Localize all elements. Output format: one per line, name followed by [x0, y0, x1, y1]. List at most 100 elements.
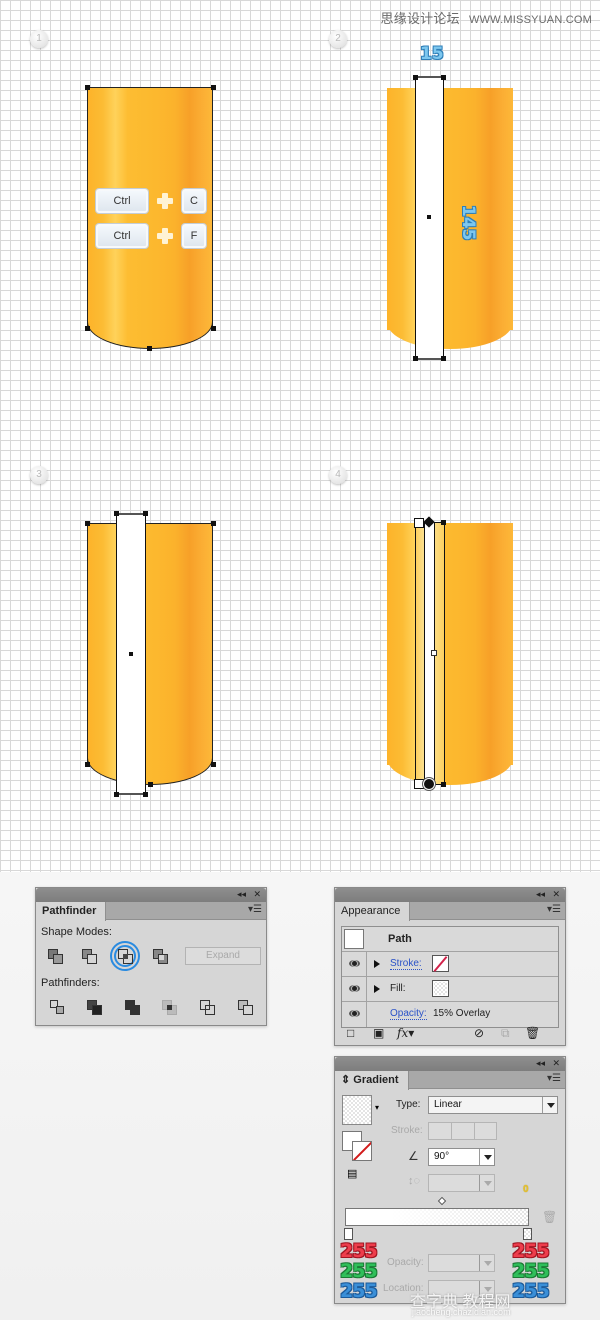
anchor-point[interactable] — [211, 85, 216, 90]
visibility-eye-icon[interactable] — [349, 1010, 360, 1017]
shape-modes-label: Shape Modes: — [41, 926, 112, 938]
exclude-icon[interactable] — [153, 949, 169, 965]
anchor-point[interactable] — [85, 326, 90, 331]
trim-icon[interactable] — [87, 1000, 103, 1016]
angle-input[interactable]: 90° — [428, 1148, 495, 1166]
close-icon[interactable]: ✕ — [253, 889, 261, 900]
close-icon[interactable]: ✕ — [552, 889, 560, 900]
add-stroke-icon[interactable]: □ — [347, 1026, 354, 1040]
chevron-down-icon[interactable] — [479, 1255, 494, 1271]
anchor-point[interactable] — [147, 346, 152, 351]
anchor-point[interactable] — [143, 511, 148, 516]
unite-icon[interactable] — [48, 949, 64, 965]
anchor-point[interactable] — [211, 762, 216, 767]
gradient-slider[interactable] — [345, 1208, 529, 1226]
appearance-object-row[interactable]: Path — [342, 927, 558, 952]
stroke-none-swatch[interactable] — [432, 955, 449, 972]
tab-gradient[interactable]: ⇕ Gradient — [335, 1071, 409, 1090]
chevron-down-icon[interactable] — [542, 1097, 557, 1113]
gradient-stop-handle[interactable] — [414, 518, 424, 528]
appearance-fill-row[interactable]: Fill: — [342, 977, 558, 1002]
duplicate-item-icon[interactable]: ⧉ — [501, 1026, 510, 1041]
delete-stop-icon[interactable]: 🗑 — [542, 1210, 557, 1224]
chevron-down-icon[interactable] — [479, 1175, 494, 1191]
opacity-input[interactable] — [428, 1254, 495, 1272]
tab-appearance[interactable]: Appearance — [335, 902, 411, 921]
collapse-icon[interactable]: ◂◂ — [536, 1058, 545, 1069]
anchor-point[interactable] — [441, 520, 446, 525]
tab-pathfinder[interactable]: Pathfinder — [36, 902, 107, 921]
panel-menu-icon[interactable]: ▾☰ — [547, 1073, 561, 1084]
anchor-point[interactable] — [211, 521, 216, 526]
anchor-point[interactable] — [413, 356, 418, 361]
panel-title-bar[interactable]: ◂◂ ✕ — [36, 888, 266, 902]
intersect-icon[interactable] — [118, 949, 134, 965]
panel-title-bar[interactable]: ◂◂ ✕ — [335, 1057, 565, 1071]
anchor-point[interactable] — [441, 356, 446, 361]
anchor-point[interactable] — [85, 762, 90, 767]
anchor-point[interactable] — [85, 521, 90, 526]
fill-gradient-swatch[interactable] — [432, 980, 449, 997]
outline-icon[interactable] — [200, 1000, 216, 1016]
gradient-preview-swatch[interactable] — [342, 1095, 372, 1125]
opacity-value: 15% Overlay — [433, 1008, 491, 1019]
close-icon[interactable]: ✕ — [552, 1058, 560, 1069]
gradient-presets-dropdown-icon[interactable]: ▾ — [375, 1103, 379, 1112]
fx-icon[interactable]: fx▾ — [397, 1026, 414, 1040]
chevron-down-icon[interactable] — [479, 1149, 494, 1165]
appearance-stroke-row[interactable]: Stroke: — [342, 952, 558, 977]
gradient-stop-left[interactable] — [344, 1228, 353, 1240]
visibility-eye-icon[interactable] — [349, 985, 360, 992]
add-fill-icon[interactable]: ▣ — [373, 1026, 384, 1040]
gradient-panel: ◂◂ ✕ ⇕ Gradient ▾☰ ▾ ▤ Type: Linear Stro… — [334, 1056, 566, 1304]
anchor-point[interactable] — [114, 792, 119, 797]
gradient-midpoint-diamond[interactable] — [437, 1196, 447, 1206]
expand-button[interactable]: Expand — [185, 947, 261, 965]
angle-value: 90° — [434, 1151, 450, 1162]
disclosure-triangle-icon[interactable] — [374, 985, 380, 993]
bounding-edge — [416, 358, 444, 360]
opacity-label: Opacity: — [387, 1257, 424, 1268]
apply-along-stroke-icon[interactable] — [452, 1123, 475, 1139]
anchor-point[interactable] — [413, 75, 418, 80]
panel-menu-icon[interactable]: ▾☰ — [547, 904, 561, 915]
anchor-point[interactable] — [441, 75, 446, 80]
clear-appearance-icon[interactable]: ⊘ — [474, 1026, 484, 1040]
gradient-center-point[interactable] — [431, 650, 437, 656]
stroke-link[interactable]: Stroke: — [390, 958, 422, 970]
crop-icon[interactable] — [162, 1000, 178, 1016]
apply-across-stroke-icon[interactable] — [475, 1123, 497, 1139]
anchor-point[interactable] — [114, 511, 119, 516]
trash-icon[interactable]: 🗑 — [525, 1026, 540, 1040]
disclosure-triangle-icon[interactable] — [374, 960, 380, 968]
panel-title-bar[interactable]: ◂◂ ✕ — [335, 888, 565, 902]
anchor-point[interactable] — [85, 85, 90, 90]
visibility-eye-icon[interactable] — [349, 960, 360, 967]
anchor-point[interactable] — [441, 782, 446, 787]
collapse-icon[interactable]: ◂◂ — [237, 889, 246, 900]
opacity-link[interactable]: Opacity: — [390, 1008, 427, 1020]
minus-front-icon[interactable] — [82, 949, 98, 965]
gradient-stop-right[interactable] — [523, 1228, 532, 1240]
center-point — [427, 215, 431, 219]
gradient-end-point[interactable] — [424, 779, 434, 789]
stroke-gradient-options[interactable] — [428, 1122, 497, 1140]
divide-icon[interactable] — [50, 1000, 66, 1016]
type-select[interactable]: Linear — [428, 1096, 558, 1114]
stroke-box[interactable] — [352, 1141, 372, 1161]
appearance-list: Path Stroke: Fill: Opacity: 15% Overlay — [341, 926, 559, 1028]
reverse-gradient-icon[interactable]: ▤ — [347, 1167, 357, 1180]
panel-menu-icon[interactable]: ▾☰ — [248, 904, 262, 915]
collapse-icon[interactable]: ◂◂ — [536, 889, 545, 900]
angle-icon: ∠ — [408, 1149, 419, 1163]
aspect-ratio-input[interactable] — [428, 1174, 495, 1192]
anchor-point[interactable] — [148, 782, 153, 787]
minus-back-icon[interactable] — [238, 1000, 254, 1016]
options-toggle-icon[interactable]: ⇕ — [341, 1074, 350, 1086]
apply-within-stroke-icon[interactable] — [429, 1123, 452, 1139]
anchor-point[interactable] — [211, 326, 216, 331]
stop-left-green: 255 — [340, 1260, 378, 1282]
merge-icon[interactable] — [125, 1000, 141, 1016]
anchor-point[interactable] — [143, 792, 148, 797]
gradient-stop-handle[interactable] — [414, 779, 424, 789]
